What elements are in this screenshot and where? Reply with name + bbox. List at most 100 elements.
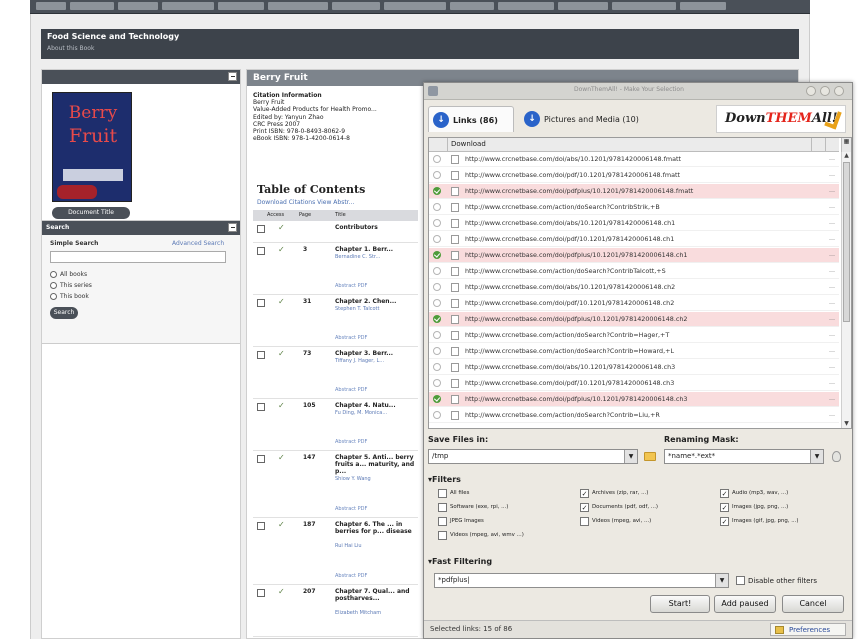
nav-link[interactable] [218,2,264,10]
toc-chapter-title[interactable]: Chapter 3. Berr... [335,350,417,357]
toc-row-checkbox[interactable] [257,455,265,463]
link-row[interactable]: http://www.crcnetbase.com/doi/pdfplus/10… [429,248,839,263]
renaming-mask-combo[interactable]: *name*.*ext* ▼ [664,449,824,464]
toc-chapter-title[interactable]: Contributors [335,224,417,231]
status-circle-icon[interactable] [433,331,441,339]
filter-checkbox[interactable]: ✓ [720,503,729,512]
link-row[interactable]: http://www.crcnetbase.com/action/doSearc… [429,328,839,343]
toc-tools[interactable]: Download Citations View Abstr... [257,199,354,206]
column-picker-icon[interactable]: ▦ [841,138,851,152]
toc-author[interactable]: Rui Hai Liu [335,543,362,549]
toc-chapter-title[interactable]: Chapter 4. Natu... [335,402,417,409]
toc-author[interactable]: Tiffany J. Hager, L... [335,358,384,364]
link-row[interactable]: http://www.crcnetbase.com/doi/pdfplus/10… [429,184,839,199]
nav-link[interactable] [558,2,608,10]
status-circle-icon[interactable] [433,267,441,275]
link-row[interactable]: http://www.crcnetbase.com/doi/pdfplus/10… [429,392,839,407]
toc-row-checkbox[interactable] [257,299,265,307]
scroll-down-icon[interactable]: ▼ [842,420,851,428]
toc-abstract-links[interactable]: Abstract PDF [335,283,367,289]
toc-author[interactable]: Bernadine C. Str... [335,254,380,260]
status-circle-icon[interactable] [433,363,441,371]
toc-chapter-title[interactable]: Chapter 2. Chen... [335,298,417,305]
nav-link[interactable] [680,2,726,10]
collapse-icon[interactable] [228,72,237,81]
scroll-up-icon[interactable]: ▲ [842,152,851,160]
fast-filter-combo[interactable]: *pdfplus| ▼ [434,573,729,588]
fast-filtering-label[interactable]: ▾Fast Filtering [428,557,492,566]
link-row[interactable]: http://www.crcnetbase.com/doi/abs/10.120… [429,216,839,231]
filter-checkbox[interactable]: ✓ [720,489,729,498]
link-row[interactable]: http://www.crcnetbase.com/doi/pdf/10.120… [429,168,839,183]
column-download[interactable]: Download [451,140,486,148]
filter-checkbox[interactable]: ✓ [580,503,589,512]
status-circle-icon[interactable] [433,203,441,211]
toc-chapter-title[interactable]: Chapter 1. Berr... [335,246,417,253]
link-row[interactable]: http://www.crcnetbase.com/action/doSearc… [429,264,839,279]
tab-links[interactable]: ↓ Links (86) [428,106,514,132]
toc-row-checkbox[interactable] [257,351,265,359]
maximize-icon[interactable] [820,86,830,96]
collapse-icon[interactable] [228,223,237,232]
toc-abstract-links[interactable]: Abstract PDF [335,573,367,579]
advanced-search-link[interactable]: Advanced Search [172,240,224,247]
search-button[interactable]: Search [50,307,78,319]
radio-this-book[interactable] [50,293,57,300]
link-row[interactable]: http://www.crcnetbase.com/doi/pdfplus/10… [429,312,839,327]
link-row[interactable]: http://www.crcnetbase.com/action/doSearc… [429,200,839,215]
links-scrollbar[interactable]: ▲ ▼ [841,152,851,428]
nav-link[interactable] [450,2,494,10]
filter-checkbox[interactable] [438,531,447,540]
lightbulb-icon[interactable] [832,451,841,462]
status-circle-icon[interactable] [433,171,441,179]
search-input[interactable] [50,251,226,263]
filters-label[interactable]: ▾Filters [428,475,461,484]
toc-row-checkbox[interactable] [257,522,265,530]
dropdown-arrow-icon[interactable]: ▼ [624,450,637,463]
link-row[interactable]: http://www.crcnetbase.com/doi/abs/10.120… [429,280,839,295]
filter-checkbox[interactable] [438,517,447,526]
start-button[interactable]: Start! [650,595,710,613]
toc-author[interactable]: Stephen T. Talcott [335,306,379,312]
nav-link[interactable] [612,2,676,10]
toc-chapter-title[interactable]: Chapter 6. The ... in berries for p... d… [335,521,417,535]
link-row[interactable]: http://www.crcnetbase.com/doi/abs/10.120… [429,360,839,375]
nav-link[interactable] [118,2,158,10]
nav-link[interactable] [162,2,214,10]
toc-row-checkbox[interactable] [257,403,265,411]
dropdown-arrow-icon[interactable]: ▼ [810,450,823,463]
link-row[interactable]: http://www.crcnetbase.com/action/doSearc… [429,344,839,359]
check-icon[interactable] [433,251,441,259]
minimize-icon[interactable] [806,86,816,96]
toc-row-checkbox[interactable] [257,225,265,233]
filter-checkbox[interactable] [438,503,447,512]
nav-link[interactable] [70,2,114,10]
toc-abstract-links[interactable]: Abstract PDF [335,387,367,393]
status-circle-icon[interactable] [433,347,441,355]
toc-chapter-title[interactable]: Chapter 7. Qual... and postharves... [335,588,417,602]
status-circle-icon[interactable] [433,379,441,387]
nav-link[interactable] [384,2,446,10]
tab-pictures-media[interactable]: ↓ Pictures and Media (10) [524,106,639,132]
toc-author[interactable]: Shiow Y. Wang [335,476,371,482]
status-circle-icon[interactable] [433,283,441,291]
check-icon[interactable] [433,187,441,195]
link-row[interactable]: http://www.crcnetbase.com/doi/pdf/10.120… [429,376,839,391]
folder-icon[interactable] [644,452,656,461]
radio-this-series[interactable] [50,282,57,289]
scroll-thumb[interactable] [843,162,850,322]
link-row[interactable]: http://www.crcnetbase.com/action/doSearc… [429,408,839,423]
link-row[interactable]: http://www.crcnetbase.com/doi/abs/10.120… [429,152,839,167]
toc-author[interactable]: Fu Ding, M. Monica... [335,410,387,416]
radio-all-books[interactable] [50,271,57,278]
filter-checkbox[interactable]: ✓ [580,489,589,498]
toc-row-checkbox[interactable] [257,589,265,597]
filter-checkbox[interactable]: ✓ [720,517,729,526]
filter-checkbox[interactable] [580,517,589,526]
document-title-button[interactable]: Document Title [52,207,130,219]
toc-abstract-links[interactable]: Abstract PDF [335,439,367,445]
check-icon[interactable] [433,315,441,323]
link-row[interactable]: http://www.crcnetbase.com/doi/pdf/10.120… [429,296,839,311]
site-title[interactable]: Food Science and Technology [47,32,179,41]
toc-row-checkbox[interactable] [257,247,265,255]
